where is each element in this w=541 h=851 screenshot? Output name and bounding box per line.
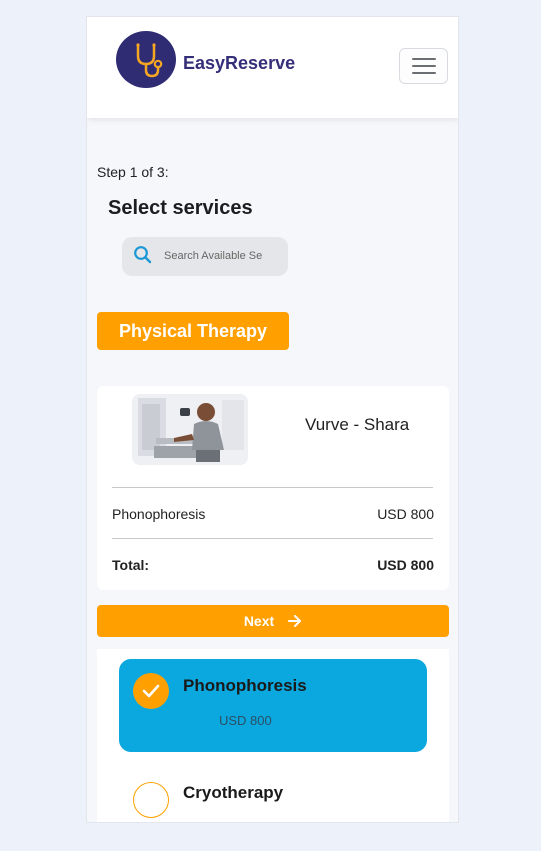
provider-photo: [132, 394, 248, 465]
next-button-label: Next: [243, 613, 275, 629]
divider: [112, 538, 433, 539]
search-box[interactable]: [122, 237, 288, 276]
header: EasyReserve: [87, 17, 458, 118]
line-item-price: USD 800: [377, 506, 434, 522]
next-button[interactable]: Next: [97, 605, 449, 637]
app-frame: EasyReserve Step 1 of 3: Select services…: [86, 16, 459, 823]
menu-toggle-button[interactable]: [399, 48, 448, 84]
service-card-phonophoresis[interactable]: Phonophoresis USD 800: [119, 659, 427, 752]
page-title: Select services: [108, 197, 253, 219]
service-card-cryotherapy[interactable]: Cryotherapy: [119, 768, 427, 822]
service-name: Cryotherapy: [183, 783, 284, 802]
line-item-name: Phonophoresis: [112, 506, 206, 522]
brand-name[interactable]: EasyReserve: [183, 53, 295, 74]
step-indicator: Step 1 of 3:: [97, 164, 169, 180]
provider-name: Vurve - Shara: [305, 415, 410, 434]
arrow-right-icon: [288, 615, 302, 627]
service-name: Phonophoresis: [183, 676, 307, 695]
search-input[interactable]: [164, 247, 274, 265]
service-list: Phonophoresis USD 800 Cryotherapy: [97, 649, 449, 822]
checkmark-icon: [142, 684, 160, 698]
checkbox-checked[interactable]: [133, 673, 169, 709]
search-icon: [134, 246, 152, 264]
category-tab-physical-therapy[interactable]: Physical Therapy: [97, 312, 289, 350]
total-value: USD 800: [377, 557, 434, 573]
service-price: USD 800: [219, 713, 272, 728]
brand-logo[interactable]: [116, 31, 176, 88]
booking-summary-card: Vurve - Shara Phonophoresis USD 800 Tota…: [97, 386, 449, 590]
total-label: Total:: [112, 557, 150, 573]
stethoscope-icon: [136, 42, 163, 77]
hamburger-icon: [411, 58, 436, 74]
checkbox-unchecked[interactable]: [133, 782, 169, 818]
divider: [112, 487, 433, 488]
